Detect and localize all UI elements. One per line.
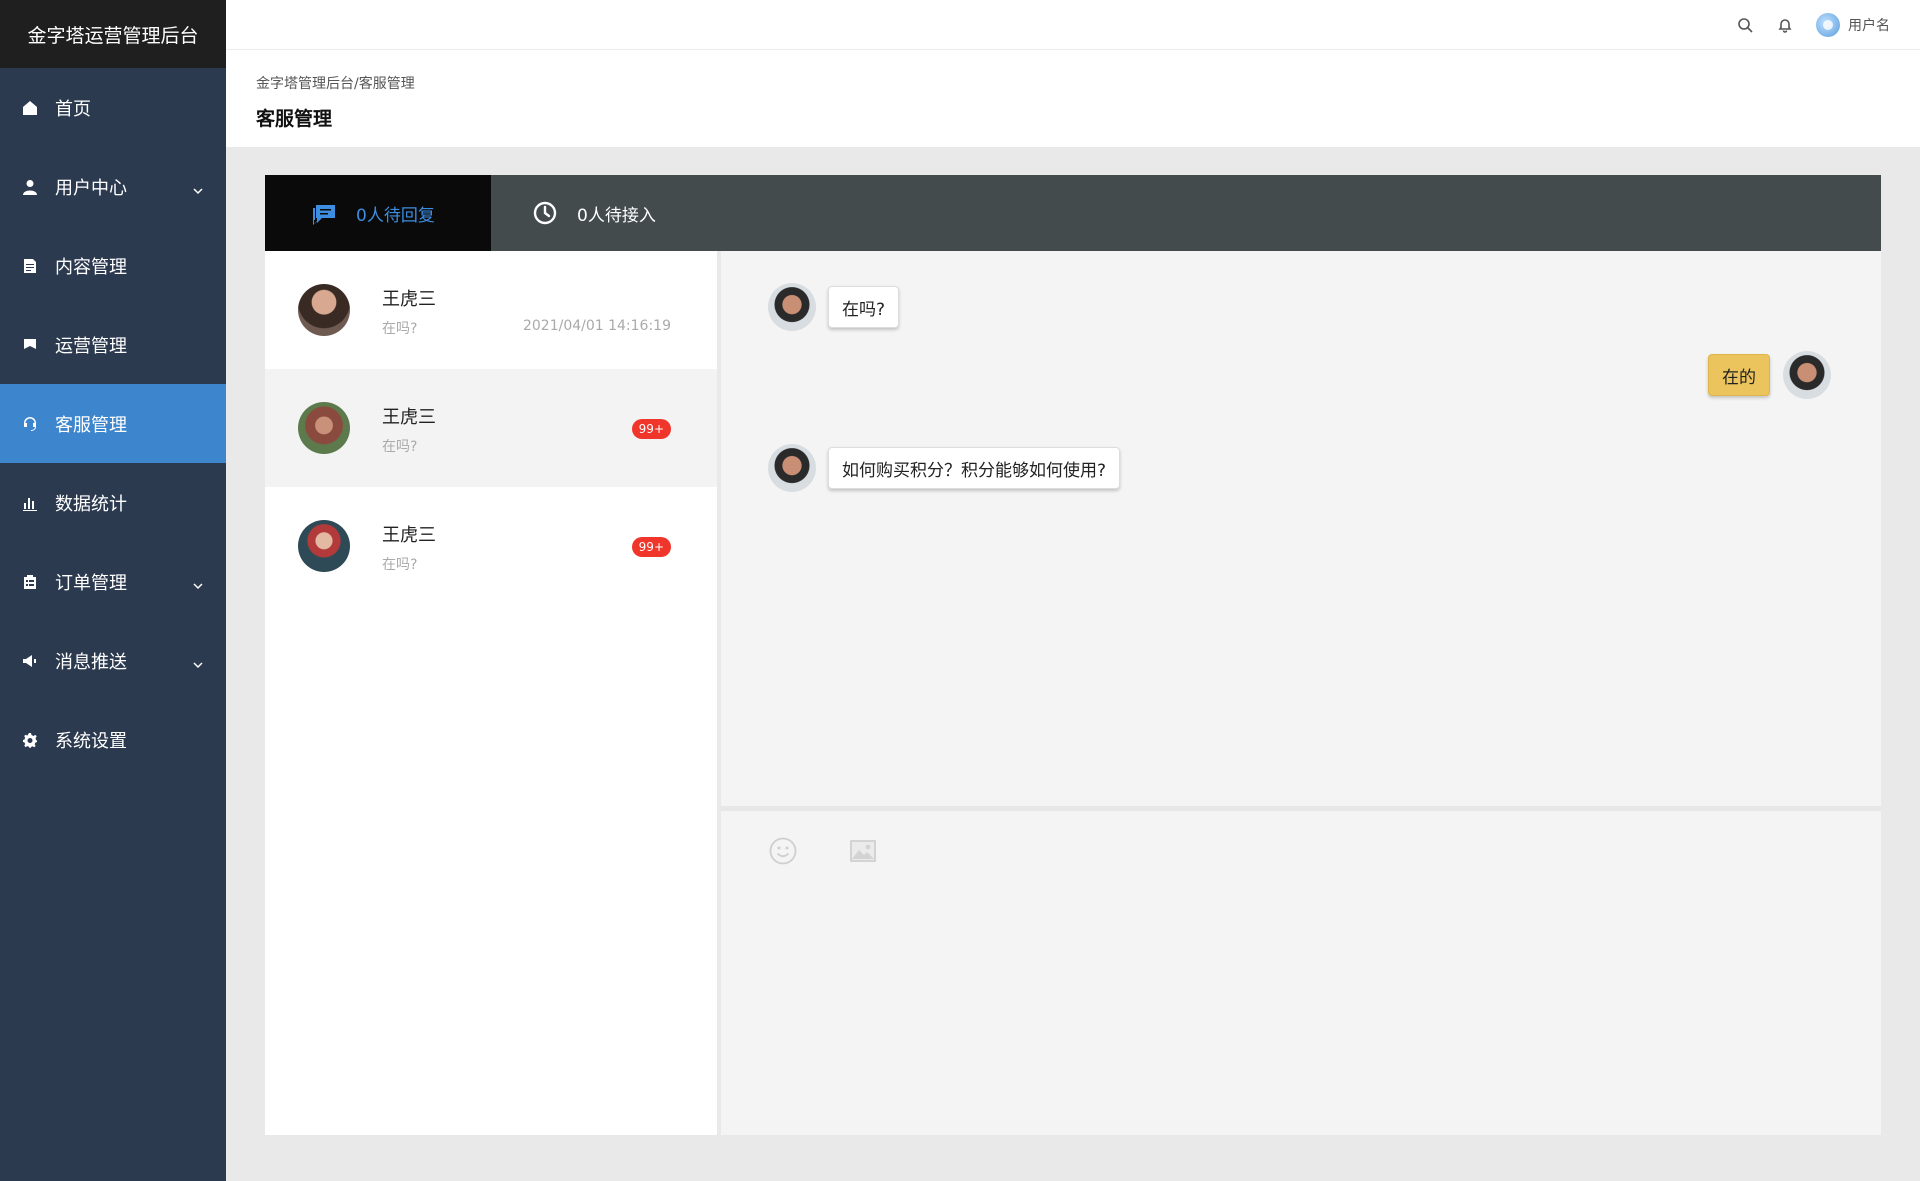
sidebar-item-home[interactable]: 首页	[0, 68, 226, 147]
header-tools: 用户名	[1714, 0, 1890, 50]
image-icon[interactable]	[848, 836, 878, 866]
sidebar-item-label: 系统设置	[55, 730, 127, 752]
unread-badge: 99+	[631, 537, 671, 557]
conversation-name: 王虎三	[382, 289, 436, 310]
username: 用户名	[1848, 18, 1890, 34]
tab-label: 0人待回复	[356, 205, 435, 226]
tab-waiting-access[interactable]: 0人待接入	[491, 175, 711, 251]
conversation-item[interactable]: 王虎三 在吗? 99+	[265, 369, 717, 487]
user-icon	[22, 179, 38, 195]
customer-service-panel: 0人待回复 0人待接入 王虎三 在吗? 2021/04/01 14:16:19 …	[265, 175, 1881, 1135]
panel-body: 王虎三 在吗? 2021/04/01 14:16:19 王虎三 在吗? 99+ …	[265, 251, 1881, 1135]
chevron-down-icon	[192, 181, 204, 194]
gear-icon	[22, 732, 38, 748]
sidebar-item-label: 消息推送	[55, 651, 127, 673]
conversation-preview: 在吗?	[382, 321, 418, 337]
emoji-icon[interactable]	[768, 836, 798, 866]
message-outgoing: 在的	[1708, 351, 1831, 399]
sidebar-item-statistics[interactable]: 数据统计	[0, 463, 226, 542]
avatar	[768, 444, 816, 492]
conversation-time: 2021/04/01 14:16:19	[522, 318, 671, 334]
conversation-preview: 在吗?	[382, 557, 418, 573]
chat-area: 在吗? 在的 如何购买积分？积分能够如何使用?	[721, 251, 1881, 806]
chevron-down-icon	[192, 576, 204, 589]
sidebar-item-label: 客服管理	[55, 414, 127, 436]
flag-icon	[22, 337, 38, 353]
conversation-item[interactable]: 王虎三 在吗? 2021/04/01 14:16:19	[265, 251, 717, 369]
message-incoming: 在吗?	[768, 283, 900, 331]
conversation-name: 王虎三	[382, 525, 436, 546]
sidebar-item-user-center[interactable]: 用户中心	[0, 147, 226, 226]
conversation-name: 王虎三	[382, 407, 436, 428]
sidebar-item-operations[interactable]: 运营管理	[0, 305, 226, 384]
avatar	[298, 520, 350, 572]
bell-icon[interactable]	[1776, 16, 1794, 34]
message-bubble: 如何购买积分？积分能够如何使用?	[828, 447, 1121, 489]
conversation-list: 王虎三 在吗? 2021/04/01 14:16:19 王虎三 在吗? 99+ …	[265, 251, 717, 1135]
message-bubble: 在吗?	[828, 286, 900, 328]
sidebar-item-label: 首页	[55, 98, 91, 120]
headset-icon	[22, 416, 38, 432]
avatar	[1816, 13, 1840, 37]
message-bubble: 在的	[1708, 354, 1770, 396]
sidebar-item-orders[interactable]: 订单管理	[0, 542, 226, 621]
page-header: 金字塔管理后台/客服管理 客服管理	[226, 50, 1920, 147]
message-composer[interactable]	[721, 811, 1881, 1135]
clock-icon	[531, 199, 559, 227]
chevron-down-icon	[192, 655, 204, 668]
chat-icon	[310, 199, 338, 227]
conversation-preview: 在吗?	[382, 439, 418, 455]
sidebar: 金字塔运营管理后台 首页 用户中心 内容管理 运营管理 客服管理 数据统计 订单…	[0, 0, 226, 1181]
avatar	[298, 284, 350, 336]
sidebar-item-label: 订单管理	[55, 572, 127, 594]
tab-label: 0人待接入	[577, 205, 656, 226]
user-menu[interactable]: 用户名	[1816, 13, 1890, 37]
search-icon[interactable]	[1736, 16, 1754, 34]
sidebar-item-label: 内容管理	[55, 256, 127, 278]
sidebar-item-push[interactable]: 消息推送	[0, 621, 226, 700]
sidebar-item-content[interactable]: 内容管理	[0, 226, 226, 305]
avatar	[768, 283, 816, 331]
megaphone-icon	[22, 653, 38, 669]
top-bar: 用户名	[226, 0, 1920, 50]
conversation-item[interactable]: 王虎三 在吗? 99+	[265, 487, 717, 605]
avatar	[298, 402, 350, 454]
home-icon	[22, 100, 38, 116]
tab-bar: 0人待回复 0人待接入	[265, 175, 1881, 251]
tab-waiting-reply[interactable]: 0人待回复	[265, 175, 491, 251]
sidebar-item-label: 数据统计	[55, 493, 127, 515]
document-icon	[22, 258, 38, 274]
breadcrumb: 金字塔管理后台/客服管理	[256, 76, 415, 92]
avatar	[1783, 351, 1831, 399]
unread-badge: 99+	[631, 419, 671, 439]
clipboard-icon	[22, 574, 38, 590]
sidebar-item-label: 运营管理	[55, 335, 127, 357]
page-title: 客服管理	[256, 108, 333, 130]
sidebar-item-settings[interactable]: 系统设置	[0, 700, 226, 779]
message-incoming: 如何购买积分？积分能够如何使用?	[768, 444, 1121, 492]
sidebar-item-label: 用户中心	[55, 177, 127, 199]
sidebar-item-customer-service[interactable]: 客服管理	[0, 384, 226, 463]
brand-title: 金字塔运营管理后台	[0, 0, 226, 68]
bar-chart-icon	[22, 495, 38, 511]
